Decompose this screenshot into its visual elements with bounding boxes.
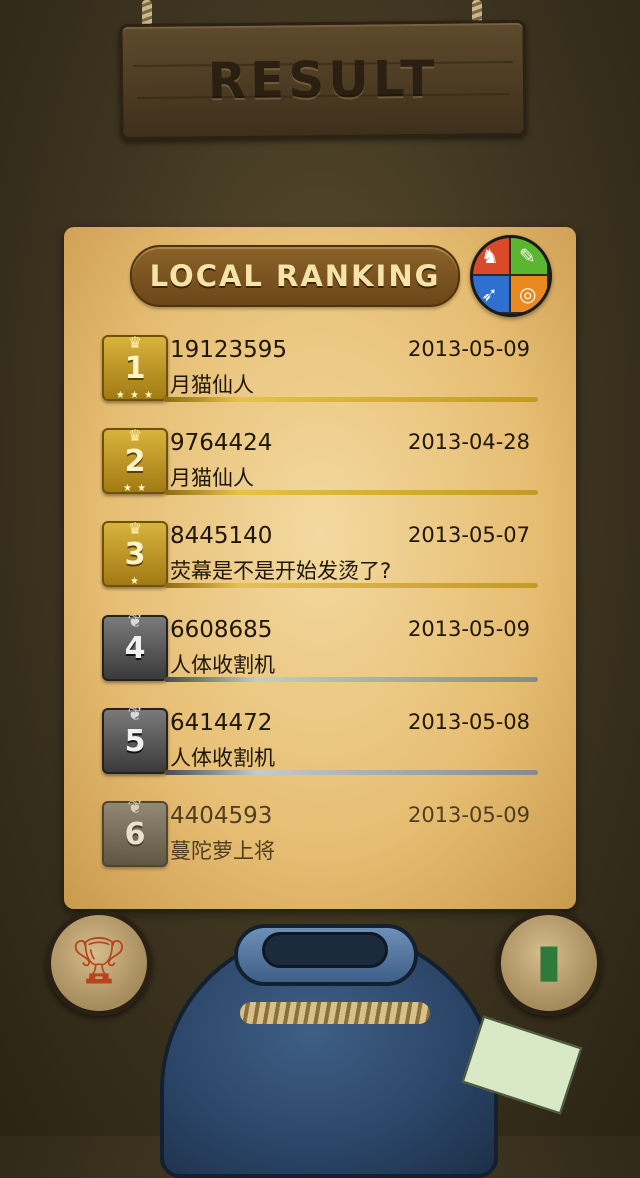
ranking-row: ♛ 3 ★ 8445140 2013-05-07 荧幕是不是开始发烫了? xyxy=(102,519,538,593)
jar-rope xyxy=(240,1002,430,1024)
book-button[interactable]: ▮ xyxy=(496,910,602,1016)
crown-icon: ♛ xyxy=(127,519,143,538)
trophy-button[interactable]: 🏆︎ xyxy=(46,910,152,1016)
crown-icon: ♛ xyxy=(127,333,143,352)
rank-player-name: 月猫仙人 xyxy=(170,466,254,490)
rank-badge-gold: ♛ 2 ★ ★ xyxy=(102,426,168,494)
rank-divider xyxy=(164,397,538,402)
stars-icon: ★ xyxy=(130,576,140,587)
rank-score: 9764424 xyxy=(170,430,273,456)
trophy-icon: 🏆︎ xyxy=(69,933,129,987)
rank-badge-silver: ❦ 6 xyxy=(102,797,168,867)
ranking-title-pill: LOCAL RANKING xyxy=(130,245,460,307)
ranking-title: LOCAL RANKING xyxy=(149,259,441,293)
rank-date: 2013-05-09 xyxy=(407,617,530,641)
ranking-row: ❦ 6 4404593 2013-05-09 蔓陀萝上将 xyxy=(102,797,538,873)
rank-divider xyxy=(164,490,538,495)
rank-player-name: 荧幕是不是开始发烫了? xyxy=(170,559,392,583)
rank-score: 6608685 xyxy=(170,617,273,643)
game-center-icon-blue: ➶ xyxy=(473,276,509,312)
rank-date: 2013-05-07 xyxy=(407,523,530,547)
stars-icon: ★ ★ xyxy=(122,483,148,494)
rank-score: 19123595 xyxy=(170,337,288,363)
rank-badge-gold: ♛ 3 ★ xyxy=(102,519,168,587)
game-center-icon-green: ✎ xyxy=(511,238,547,274)
ranking-row: ❦ 5 6414472 2013-05-08 人体收割机 xyxy=(102,704,538,780)
rank-number: 4 xyxy=(124,631,146,666)
sprout-icon: ❦ xyxy=(127,704,143,725)
rank-divider xyxy=(164,677,538,682)
rank-number: 3 xyxy=(124,537,146,572)
rank-number: 5 xyxy=(124,724,146,759)
rank-divider xyxy=(164,770,538,775)
ranking-row: ♛ 2 ★ ★ 9764424 2013-04-28 月猫仙人 xyxy=(102,426,538,500)
ranking-row: ❦ 4 6608685 2013-05-09 人体收割机 xyxy=(102,611,538,687)
rank-divider xyxy=(164,583,538,588)
rank-player-name: 月猫仙人 xyxy=(170,373,254,397)
rank-score: 8445140 xyxy=(170,523,273,549)
rank-badge-gold: ♛ 1 ★ ★ ★ xyxy=(102,333,168,401)
jar-mouth xyxy=(262,932,388,968)
ranking-panel: LOCAL RANKING ♞ ✎ ➶ ◎ ♛ 1 ★ ★ ★ 19123595… xyxy=(64,227,576,909)
game-center-icon: ♞ xyxy=(473,238,509,274)
stars-icon: ★ ★ ★ xyxy=(115,390,155,401)
book-icon: ▮ xyxy=(536,933,562,987)
rank-player-name: 蔓陀萝上将 xyxy=(170,839,275,863)
rank-number: 6 xyxy=(124,817,146,852)
page-title: RESULT xyxy=(207,49,439,111)
rank-player-name: 人体收割机 xyxy=(170,746,275,770)
rank-date: 2013-05-09 xyxy=(407,337,530,361)
rank-number: 1 xyxy=(124,351,146,386)
ranking-row: ♛ 1 ★ ★ ★ 19123595 2013-05-09 月猫仙人 xyxy=(102,333,538,407)
sprout-icon: ❦ xyxy=(127,611,143,632)
rank-player-name: 人体收割机 xyxy=(170,653,275,677)
rank-number: 2 xyxy=(124,444,146,479)
crown-icon: ♛ xyxy=(127,426,143,445)
rank-date: 2013-05-09 xyxy=(407,803,530,827)
rank-date: 2013-04-28 xyxy=(407,430,530,454)
rank-date: 2013-05-08 xyxy=(407,710,530,734)
result-sign: RESULT xyxy=(119,19,527,141)
game-center-icon-orange: ◎ xyxy=(511,276,547,312)
rank-badge-silver: ❦ 4 xyxy=(102,611,168,681)
rank-score: 4404593 xyxy=(170,803,273,829)
game-center-button[interactable]: ♞ ✎ ➶ ◎ xyxy=(470,235,552,317)
rank-score: 6414472 xyxy=(170,710,273,736)
rank-badge-silver: ❦ 5 xyxy=(102,704,168,774)
sprout-icon: ❦ xyxy=(127,797,143,818)
